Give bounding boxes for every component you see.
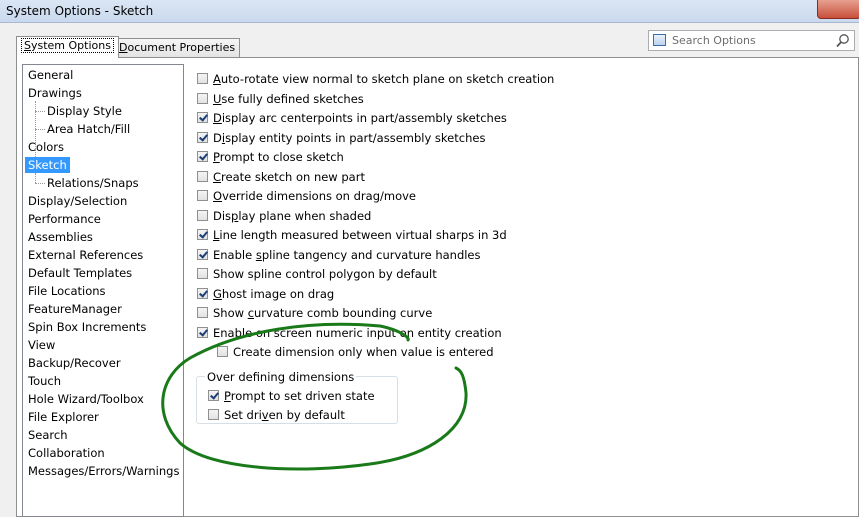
checkbox[interactable] <box>197 268 208 279</box>
sidebar-item-file-explorer[interactable]: File Explorer <box>28 409 99 425</box>
option-set-driven-by-default[interactable]: Set driven by default <box>208 408 345 424</box>
checkbox[interactable] <box>197 131 208 143</box>
search-input[interactable]: Search Options <box>648 30 855 51</box>
option-enable-spline-tangency-and-curvature-handles[interactable]: Enable spline tangency and curvature han… <box>197 248 481 264</box>
checkbox[interactable] <box>217 346 228 357</box>
sidebar-item-relations-snaps[interactable]: Relations/Snaps <box>47 175 139 191</box>
checkbox[interactable] <box>197 209 208 221</box>
option-enable-on-screen-numeric-input-on-entity-creation[interactable]: Enable on screen numeric input on entity… <box>197 326 502 342</box>
title-bar: System Options - Sketch <box>0 0 859 23</box>
sidebar-item-sketch[interactable]: Sketch <box>25 157 70 173</box>
magnifier-icon[interactable] <box>835 33 851 49</box>
search-placeholder: Search Options <box>672 34 756 47</box>
tab-document-properties[interactable]: Document Properties <box>114 38 241 57</box>
checkbox[interactable] <box>197 307 208 318</box>
option-prompt-to-close-sketch[interactable]: Prompt to close sketch <box>197 150 344 166</box>
option-override-dimensions-on-drag-move[interactable]: Override dimensions on drag/move <box>197 189 416 205</box>
checkbox[interactable] <box>197 229 208 240</box>
option-line-length-measured-between-virtual-sharps-in-3d[interactable]: Line length measured between virtual sha… <box>197 228 507 244</box>
checkbox[interactable] <box>197 190 208 201</box>
sidebar-item-touch[interactable]: Touch <box>28 373 61 389</box>
sidebar-item-featuremanager[interactable]: FeatureManager <box>28 301 122 317</box>
sidebar-item-external-references[interactable]: External References <box>28 247 143 263</box>
option-display-arc-centerpoints-in-part-assembly-sketches[interactable]: Display arc centerpoints in part/assembl… <box>197 111 507 127</box>
sidebar-item-display-selection[interactable]: Display/Selection <box>28 193 127 209</box>
options-app-icon <box>653 34 666 46</box>
checkbox[interactable] <box>197 112 208 123</box>
close-button[interactable] <box>817 0 859 19</box>
sidebar-item-performance[interactable]: Performance <box>28 211 101 227</box>
checkbox[interactable] <box>197 287 208 299</box>
group-title: Over defining dimensions <box>205 370 357 384</box>
sidebar-item-display-style[interactable]: Display Style <box>47 103 122 119</box>
sidebar-item-backup-recover[interactable]: Backup/Recover <box>28 355 121 371</box>
sidebar-item-messages-errors-warnings[interactable]: Messages/Errors/Warnings <box>28 463 179 479</box>
option-auto-rotate-view-normal-to-sketch-plane-on-sketch-creation[interactable]: Auto-rotate view normal to sketch plane … <box>197 72 554 88</box>
checkbox[interactable] <box>208 409 219 420</box>
option-use-fully-defined-sketches[interactable]: Use fully defined sketches <box>197 92 364 108</box>
option-create-dimension-only-when-value-is-entered[interactable]: Create dimension only when value is ente… <box>217 345 494 361</box>
sidebar-item-hole-wizard-toolbox[interactable]: Hole Wizard/Toolbox <box>28 391 144 407</box>
sidebar-item-drawings[interactable]: Drawings <box>28 85 82 101</box>
checkbox[interactable] <box>197 248 208 260</box>
sidebar-item-assemblies[interactable]: Assemblies <box>28 229 93 245</box>
sidebar-item-colors[interactable]: Colors <box>28 139 64 155</box>
option-show-curvature-comb-bounding-curve[interactable]: Show curvature comb bounding curve <box>197 306 432 322</box>
option-display-plane-when-shaded[interactable]: Display plane when shaded <box>197 209 371 225</box>
sidebar-item-search[interactable]: Search <box>28 427 68 443</box>
checkbox[interactable] <box>197 92 208 104</box>
sidebar-item-general[interactable]: General <box>28 67 73 83</box>
checkbox[interactable] <box>197 151 208 162</box>
checkbox[interactable] <box>208 390 219 401</box>
sidebar-item-spin-box-increments[interactable]: Spin Box Increments <box>28 319 146 335</box>
option-prompt-to-set-driven-state[interactable]: Prompt to set driven state <box>208 389 375 405</box>
sidebar-item-view[interactable]: View <box>28 337 55 353</box>
sidebar-item-file-locations[interactable]: File Locations <box>28 283 106 299</box>
checkbox[interactable] <box>197 73 208 84</box>
sidebar-item-area-hatch-fill[interactable]: Area Hatch/Fill <box>47 121 130 137</box>
option-ghost-image-on-drag[interactable]: Ghost image on drag <box>197 287 334 303</box>
sidebar-item-default-templates[interactable]: Default Templates <box>28 265 132 281</box>
option-create-sketch-on-new-part[interactable]: Create sketch on new part <box>197 170 365 186</box>
option-display-entity-points-in-part-assembly-sketches[interactable]: Display entity points in part/assembly s… <box>197 131 485 147</box>
sidebar-item-collaboration[interactable]: Collaboration <box>28 445 105 461</box>
window-title: System Options - Sketch <box>6 4 154 18</box>
checkbox[interactable] <box>197 170 208 182</box>
checkbox[interactable] <box>197 326 208 338</box>
tab-system-options[interactable]: System Options <box>16 36 119 58</box>
option-show-spline-control-polygon-by-default[interactable]: Show spline control polygon by default <box>197 267 437 283</box>
